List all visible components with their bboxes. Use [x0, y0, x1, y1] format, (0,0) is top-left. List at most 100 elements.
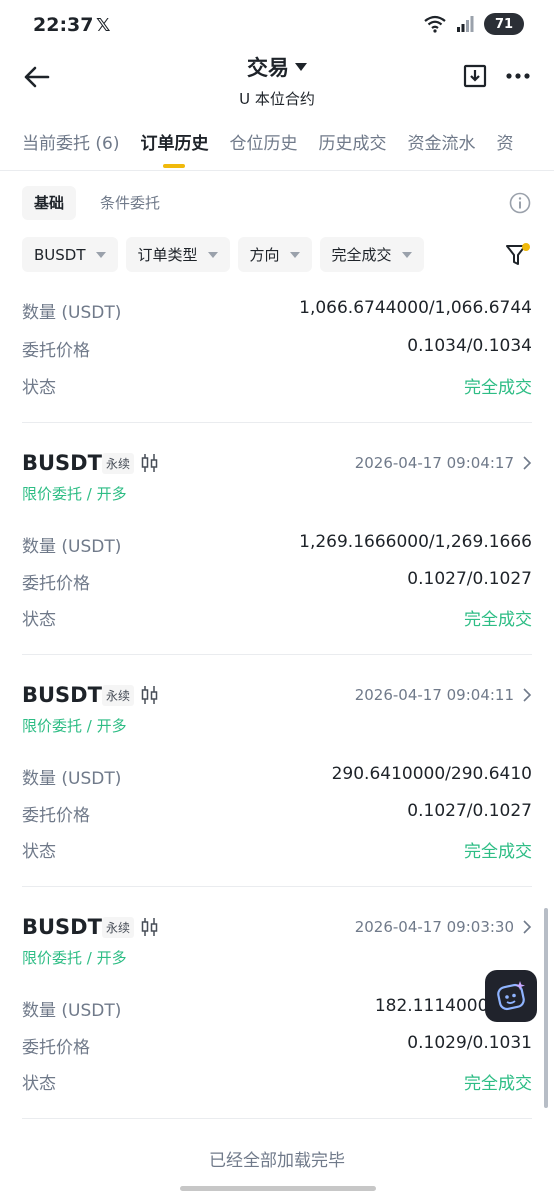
order-header[interactable]: BUSDT 永续 2026-04-17 09:04:11	[22, 683, 532, 709]
scrollbar-thumb[interactable]	[544, 908, 548, 1108]
perpetual-badge: 永续	[102, 685, 135, 706]
candlestick-chart-icon[interactable]	[141, 453, 159, 473]
order-row-price: 委托价格 0.1034/0.1034	[22, 336, 532, 361]
status-label: 状态	[22, 842, 56, 862]
history-tabs: 当前委托 (6) 订单历史 仓位历史 历史成交 资金流水 资	[0, 122, 554, 170]
order-row-qty: 数量 (USDT) 290.6410000/290.6410	[22, 764, 532, 789]
candlestick-chart-icon[interactable]	[141, 917, 159, 937]
qty-label: 数量 (USDT)	[22, 769, 122, 789]
chevron-right-icon	[523, 688, 532, 702]
status-time: 22:37	[33, 14, 94, 36]
caret-down-icon	[401, 251, 412, 258]
order-row-price: 委托价格 0.1029/0.1031	[22, 1033, 532, 1058]
tab-open-orders[interactable]: 当前委托 (6)	[22, 122, 119, 170]
status-label: 状态	[22, 378, 56, 398]
order-type-side: 限价委托 / 开多	[22, 949, 127, 967]
perpetual-badge: 永续	[102, 917, 135, 938]
order-row-status: 状态 完全成交	[22, 837, 532, 862]
filter-symbol[interactable]: BUSDT	[22, 237, 118, 272]
caret-down-icon	[95, 251, 106, 258]
filter-status-label: 完全成交	[331, 246, 392, 264]
price-value: 0.1029/0.1031	[407, 1033, 532, 1053]
info-icon[interactable]	[509, 192, 531, 214]
tab-order-history[interactable]: 订单历史	[140, 122, 208, 170]
price-label: 委托价格	[22, 341, 90, 361]
caret-down-icon	[295, 63, 307, 71]
header: 交易 U 本位合约	[0, 52, 554, 118]
home-indicator[interactable]	[180, 1186, 376, 1191]
order-time: 2026-04-17 09:04:17	[354, 454, 514, 472]
order-type-side: 限价委托 / 开多	[22, 717, 127, 735]
page-title-dropdown[interactable]: 交易	[247, 52, 307, 82]
tab-trade-history[interactable]: 历史成交	[318, 122, 386, 170]
order-type-side: 限价委托 / 开多	[22, 485, 127, 503]
price-value: 0.1027/0.1027	[407, 569, 532, 589]
filter-order-type-label: 订单类型	[137, 246, 198, 264]
qty-label: 数量 (USDT)	[22, 303, 122, 323]
filter-bar: BUSDT 订单类型 方向 完全成交	[22, 237, 424, 272]
order-type-subtabs: 基础 条件委托	[22, 186, 184, 220]
order-header[interactable]: BUSDT 永续 2026-04-17 09:03:30	[22, 915, 532, 941]
order-row-status: 状态 完全成交	[22, 373, 532, 398]
order-divider	[22, 654, 532, 655]
tab-assets-truncated[interactable]: 资	[496, 122, 513, 170]
perpetual-badge: 永续	[102, 453, 135, 474]
qty-value: 1,066.6744000/1,066.6744	[299, 298, 532, 318]
ai-assistant-button[interactable]	[485, 970, 537, 1022]
price-label: 委托价格	[22, 574, 90, 594]
page-subtitle: U 本位合约	[239, 90, 315, 108]
order-header[interactable]: BUSDT 永续 2026-04-17 09:04:17	[22, 451, 532, 477]
tabs-divider	[0, 170, 554, 171]
tab-position-history[interactable]: 仓位历史	[229, 122, 297, 170]
filter-direction-label: 方向	[249, 246, 280, 264]
order-divider	[22, 1118, 532, 1119]
price-label: 委托价格	[22, 1038, 90, 1058]
signal-icon	[457, 16, 474, 32]
status-label: 状态	[22, 1074, 56, 1094]
order-row-qty: 数量 (USDT) 182.1114000/182.	[22, 996, 532, 1021]
status-value: 完全成交	[464, 842, 532, 862]
order-row-qty: 数量 (USDT) 1,066.6744000/1,066.6744	[22, 298, 532, 323]
filter-order-type[interactable]: 订单类型	[125, 237, 230, 272]
price-label: 委托价格	[22, 806, 90, 826]
status-icons: 71	[424, 13, 524, 35]
order-symbol: BUSDT	[22, 683, 102, 707]
caret-down-icon	[289, 251, 300, 258]
order-row-status: 状态 完全成交	[22, 1069, 532, 1094]
filter-status[interactable]: 完全成交	[319, 237, 424, 272]
order-row-price: 委托价格 0.1027/0.1027	[22, 801, 532, 826]
price-value: 0.1027/0.1027	[407, 801, 532, 821]
subtab-basic[interactable]: 基础	[22, 186, 77, 220]
order-symbol: BUSDT	[22, 451, 102, 475]
filter-funnel-icon[interactable]	[504, 241, 532, 269]
order-row-price: 委托价格 0.1027/0.1027	[22, 569, 532, 594]
download-icon[interactable]	[463, 64, 487, 88]
page-title: 交易	[247, 56, 289, 80]
chevron-right-icon	[523, 920, 532, 934]
order-divider	[22, 422, 532, 423]
order-row-status: 状态 完全成交	[22, 605, 532, 630]
qty-label: 数量 (USDT)	[22, 537, 122, 557]
qty-label: 数量 (USDT)	[22, 1001, 122, 1021]
battery-indicator: 71	[484, 13, 524, 35]
chevron-right-icon	[523, 456, 532, 470]
more-options-icon[interactable]	[505, 64, 531, 88]
filter-direction[interactable]: 方向	[237, 237, 312, 272]
caret-down-icon	[207, 251, 218, 258]
candlestick-chart-icon[interactable]	[141, 685, 159, 705]
order-divider	[22, 886, 532, 887]
load-complete-text: 已经全部加载完毕	[209, 1151, 345, 1171]
tab-funding-flow[interactable]: 资金流水	[407, 122, 475, 170]
price-value: 0.1034/0.1034	[407, 336, 532, 356]
status-value: 完全成交	[464, 378, 532, 398]
status-label: 状态	[22, 610, 56, 630]
status-bar: 22:37 𝕏 71	[0, 0, 554, 52]
filter-symbol-label: BUSDT	[34, 245, 86, 264]
subtab-conditional[interactable]: 条件委托	[88, 186, 172, 220]
order-time: 2026-04-17 09:04:11	[354, 686, 514, 704]
qty-value: 290.6410000/290.6410	[331, 764, 532, 784]
wifi-icon	[424, 15, 446, 33]
ai-sparkle-face-icon	[497, 981, 525, 1011]
battery-level: 71	[494, 16, 514, 32]
qty-value: 1,269.1666000/1,269.1666	[299, 532, 532, 552]
